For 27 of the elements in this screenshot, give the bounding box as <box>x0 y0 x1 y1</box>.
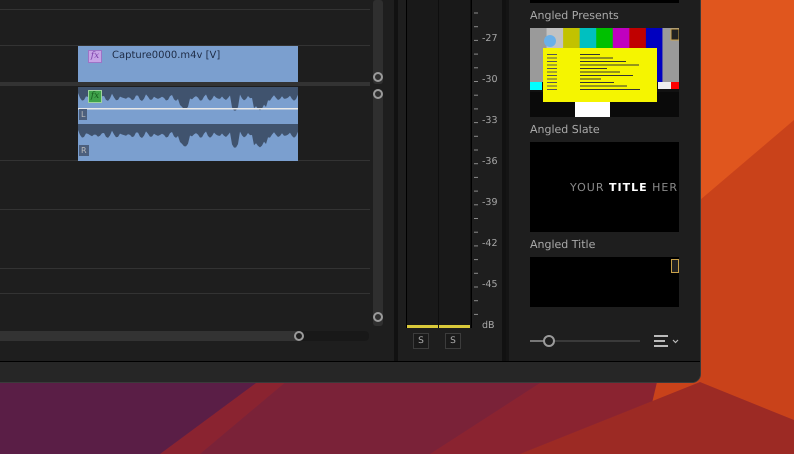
template-thumbnail[interactable]: YOUR TITLE HER <box>530 142 679 232</box>
channel-label: L <box>79 109 88 120</box>
scale-label: -36 <box>482 155 498 169</box>
template-name[interactable]: Angled Presents <box>530 9 619 23</box>
scale-label: -27 <box>482 32 498 46</box>
scale-label: -39 <box>482 196 498 210</box>
scale-label: dB <box>482 319 496 333</box>
scale-label: -33 <box>482 114 498 128</box>
scale-label: -30 <box>482 73 498 87</box>
template-name[interactable]: Angled Title <box>530 238 596 252</box>
fx-badge: fx <box>88 90 102 103</box>
clip-name: Capture0000.m4v [V] <box>112 50 220 62</box>
solo-button[interactable]: S <box>413 333 429 349</box>
fx-badge: fx <box>88 50 102 63</box>
badge-icon <box>671 259 679 273</box>
scale-label: -45 <box>482 278 498 292</box>
scale-label: -42 <box>482 237 498 251</box>
horizontal-scrollbar[interactable] <box>0 330 370 342</box>
list-view-icon[interactable] <box>654 334 680 348</box>
slider-thumb[interactable] <box>542 335 555 347</box>
title-text: YOUR TITLE HER <box>570 180 678 194</box>
slate-thumbnail-drawing[interactable] <box>530 28 679 117</box>
channel-label: R <box>79 145 89 156</box>
solo-button[interactable]: S <box>445 333 461 349</box>
template-name[interactable]: Angled Slate <box>530 123 600 137</box>
video-clip[interactable]: fx Capture0000.m4v [V] <box>78 46 298 83</box>
template-thumbnail[interactable] <box>530 257 679 307</box>
